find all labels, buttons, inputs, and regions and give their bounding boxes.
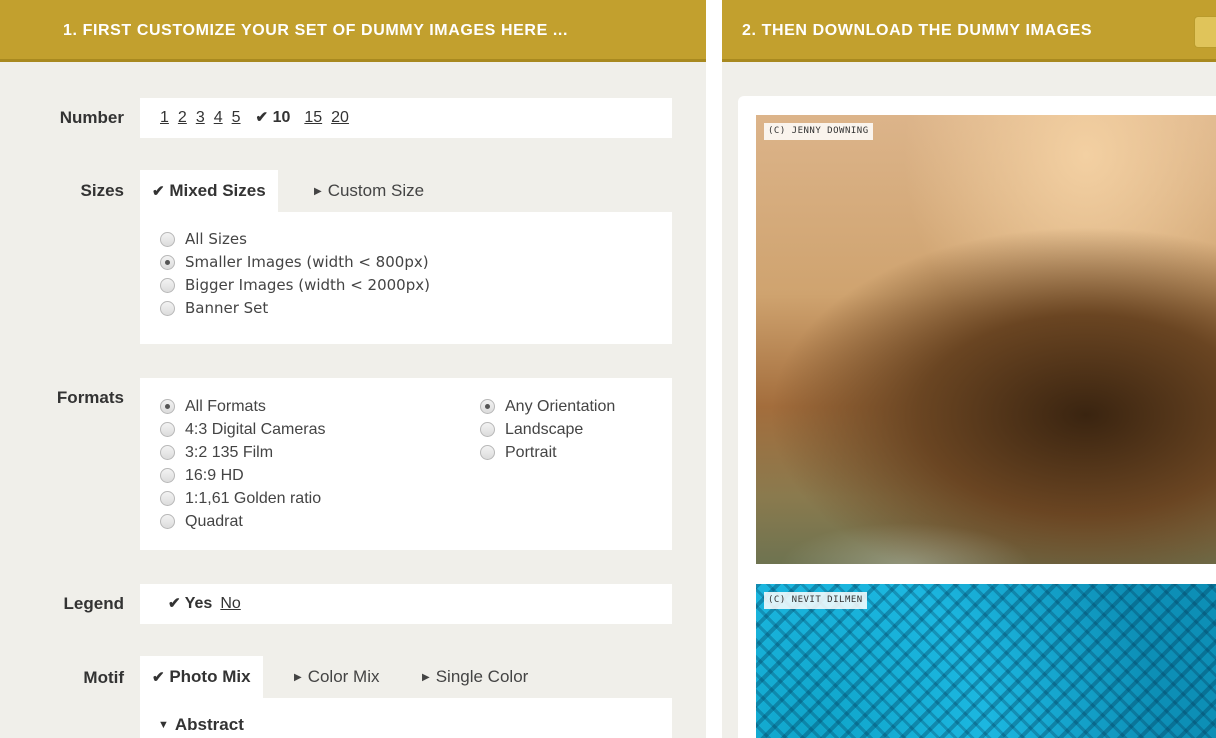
radio-selected-icon[interactable] — [160, 255, 175, 270]
size-option-label: Banner Set — [185, 299, 269, 317]
size-option-smaller[interactable]: Smaller Images (width < 800px) — [160, 251, 672, 274]
size-option-label: Smaller Images (width < 800px) — [185, 253, 429, 271]
size-option-label: Bigger Images (width < 2000px) — [185, 276, 430, 294]
format-option-all[interactable]: All Formats — [160, 395, 326, 418]
sizes-label: Sizes — [80, 181, 124, 200]
radio-icon[interactable] — [160, 514, 175, 529]
number-option-2[interactable]: 2 — [178, 109, 187, 126]
image-caption: (C) JENNY DOWNING — [764, 123, 873, 140]
radio-selected-icon[interactable] — [160, 399, 175, 414]
format-option-3-2[interactable]: 3:2 135 Film — [160, 441, 326, 464]
size-option-label: All Sizes — [185, 230, 247, 248]
download-button[interactable] — [1194, 16, 1216, 48]
orientation-option-label: Landscape — [505, 421, 584, 438]
tab-single-color-label: Single Color — [435, 667, 529, 686]
tab-color-mix-label: Color Mix — [307, 667, 380, 686]
number-option-3[interactable]: 3 — [196, 109, 205, 126]
number-option-20[interactable]: 20 — [331, 109, 349, 126]
number-label: Number — [59, 108, 124, 127]
size-option-bigger[interactable]: Bigger Images (width < 2000px) — [160, 274, 672, 297]
format-option-golden[interactable]: 1:1,61 Golden ratio — [160, 487, 326, 510]
formats-label: Formats — [56, 388, 124, 407]
orientation-option-label: Any Orientation — [505, 398, 616, 415]
orientation-option-any[interactable]: Any Orientation — [480, 395, 615, 418]
legend-label: Legend — [63, 594, 124, 613]
number-option-5[interactable]: 5 — [232, 109, 241, 126]
panel-divider — [706, 0, 722, 738]
number-selected: ✔ 10 — [256, 109, 291, 126]
size-option-banner[interactable]: Banner Set — [160, 297, 672, 320]
formats-box: All Formats 4:3 Digital Cameras 3:2 135 … — [140, 378, 672, 550]
triangle-right-icon: ▶ — [294, 672, 302, 683]
format-option-label: 1:1,61 Golden ratio — [185, 490, 322, 507]
triangle-right-icon: ▶ — [422, 672, 430, 683]
format-option-label: All Formats — [185, 398, 266, 415]
preview-image-2[interactable]: (C) NEVIT DILMEN — [756, 584, 1216, 738]
radio-icon[interactable] — [160, 491, 175, 506]
legend-option-no[interactable]: No — [220, 595, 240, 612]
customize-panel: 1. FIRST CUSTOMIZE YOUR SET OF DUMMY IMA… — [0, 0, 706, 738]
size-option-all[interactable]: All Sizes — [160, 228, 672, 251]
check-icon: ✔ — [255, 109, 269, 126]
format-option-label: 16:9 HD — [185, 467, 244, 484]
image-caption: (C) NEVIT DILMEN — [764, 592, 867, 609]
radio-icon[interactable] — [480, 445, 495, 460]
tab-photo-mix-label: Photo Mix — [169, 667, 251, 686]
check-icon: ✔ — [152, 669, 165, 686]
format-option-label: 3:2 135 Film — [185, 444, 274, 461]
format-option-label: Quadrat — [185, 513, 243, 530]
triangle-right-icon: ▶ — [314, 186, 322, 197]
radio-icon[interactable] — [160, 278, 175, 293]
download-header: 2. THEN DOWNLOAD THE DUMMY IMAGES — [722, 0, 1216, 62]
category-toggle[interactable]: ▼ Abstract — [158, 715, 244, 734]
format-option-4-3[interactable]: 4:3 Digital Cameras — [160, 418, 326, 441]
radio-selected-icon[interactable] — [480, 399, 495, 414]
tab-mixed-sizes[interactable]: ✔ Mixed Sizes — [140, 170, 278, 212]
orientation-option-label: Portrait — [505, 444, 557, 461]
tab-photo-mix[interactable]: ✔ Photo Mix — [140, 656, 263, 698]
motif-label: Motif — [83, 668, 124, 687]
tab-custom-size[interactable]: ▶ Custom Size — [302, 170, 436, 212]
preview-image-1[interactable]: (C) JENNY DOWNING — [756, 115, 1216, 564]
number-box: 1 2 3 4 5 ✔ 10 15 20 — [140, 98, 672, 138]
format-option-quadrat[interactable]: Quadrat — [160, 510, 326, 533]
legend-selected: ✔ Yes — [168, 595, 212, 612]
format-option-16-9[interactable]: 16:9 HD — [160, 464, 326, 487]
tab-single-color[interactable]: ▶ Single Color — [410, 656, 540, 698]
download-panel: 2. THEN DOWNLOAD THE DUMMY IMAGES (C) JE… — [722, 0, 1216, 738]
tab-color-mix[interactable]: ▶ Color Mix — [282, 656, 392, 698]
motif-box: ▼ Abstract — [140, 698, 672, 738]
number-option-4[interactable]: 4 — [214, 109, 223, 126]
check-icon: ✔ — [168, 595, 181, 612]
format-option-label: 4:3 Digital Cameras — [185, 421, 326, 438]
legend-box: ✔ Yes No — [140, 584, 672, 624]
radio-icon[interactable] — [480, 422, 495, 437]
orientation-option-landscape[interactable]: Landscape — [480, 418, 615, 441]
tab-mixed-sizes-label: Mixed Sizes — [169, 181, 266, 200]
orientation-option-portrait[interactable]: Portrait — [480, 441, 615, 464]
category-label: Abstract — [174, 715, 244, 734]
radio-icon[interactable] — [160, 445, 175, 460]
download-header-title: 2. THEN DOWNLOAD THE DUMMY IMAGES — [742, 22, 1093, 39]
number-option-15[interactable]: 15 — [304, 109, 322, 126]
legend-selected-value: Yes — [184, 595, 213, 612]
number-selected-value: 10 — [272, 109, 291, 126]
customize-header: 1. FIRST CUSTOMIZE YOUR SET OF DUMMY IMA… — [0, 0, 706, 62]
number-option-1[interactable]: 1 — [160, 109, 169, 126]
tab-custom-size-label: Custom Size — [327, 181, 425, 200]
radio-icon[interactable] — [160, 422, 175, 437]
radio-icon[interactable] — [160, 301, 175, 316]
check-icon: ✔ — [152, 183, 165, 200]
radio-icon[interactable] — [160, 232, 175, 247]
radio-icon[interactable] — [160, 468, 175, 483]
triangle-down-icon: ▼ — [158, 719, 169, 731]
sizes-box: All Sizes Smaller Images (width < 800px)… — [140, 212, 672, 344]
